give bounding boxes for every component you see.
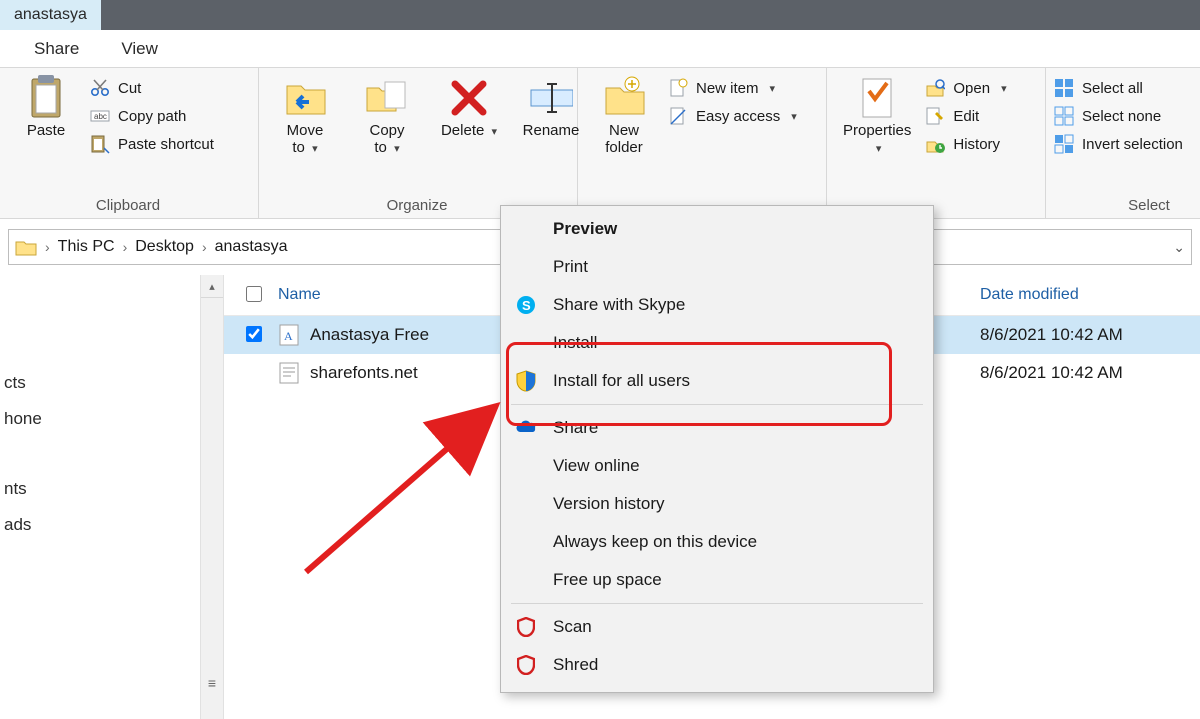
chevron-right-icon[interactable]: › <box>45 239 50 255</box>
nav-item[interactable]: nts <box>0 471 200 507</box>
copy-path-button[interactable]: abc Copy path <box>90 106 214 126</box>
history-button[interactable]: History <box>925 134 1006 154</box>
menu-install-all-users[interactable]: Install for all users <box>501 362 933 400</box>
delete-x-icon <box>447 76 491 120</box>
menu-divider <box>511 404 923 405</box>
rename-icon <box>529 76 573 120</box>
menu-share[interactable]: Share <box>501 409 933 447</box>
easy-access-icon <box>668 106 688 126</box>
select-all-checkbox[interactable] <box>246 286 262 302</box>
copy-path-icon: abc <box>90 106 110 126</box>
edit-icon <box>925 106 945 126</box>
mcafee-icon <box>515 654 537 676</box>
select-all-icon <box>1054 78 1074 98</box>
file-date: 8/6/2021 10:42 AM <box>980 363 1200 383</box>
nav-tree[interactable]: cts hone nts ads <box>0 275 201 719</box>
menu-view-online[interactable]: View online <box>501 447 933 485</box>
ribbon-tabs: Share View <box>0 30 1200 67</box>
text-file-icon <box>278 362 300 384</box>
window-title: anastasya <box>14 6 87 24</box>
title-bar: anastasya <box>0 0 1200 30</box>
menu-always-keep[interactable]: Always keep on this device <box>501 523 933 561</box>
chevron-right-icon[interactable]: › <box>202 239 207 255</box>
open-icon <box>925 78 945 98</box>
paste-shortcut-icon <box>90 134 110 154</box>
cut-button[interactable]: Cut <box>90 78 214 98</box>
menu-divider <box>511 603 923 604</box>
chevron-down-icon: ▾ <box>492 126 498 138</box>
breadcrumb-current[interactable]: anastasya <box>215 238 288 256</box>
skype-icon: S <box>515 294 537 316</box>
paste-button[interactable]: Paste <box>8 72 84 139</box>
chevron-right-icon[interactable]: › <box>123 239 128 255</box>
chevron-down-icon: ▾ <box>1001 82 1007 95</box>
menu-free-up-space[interactable]: Free up space <box>501 561 933 599</box>
nav-item[interactable]: hone <box>0 401 200 437</box>
menu-preview[interactable]: Preview <box>501 210 933 248</box>
tab-share[interactable]: Share <box>34 39 79 59</box>
edit-button[interactable]: Edit <box>925 106 1006 126</box>
new-item-icon <box>668 78 688 98</box>
chevron-down-icon: ▾ <box>876 143 882 155</box>
column-date[interactable]: Date modified <box>980 286 1200 304</box>
nav-scrollbar[interactable]: ▴ ≡ <box>201 275 224 719</box>
ribbon: Paste Cut abc Copy path <box>0 67 1200 219</box>
properties-icon <box>855 76 899 120</box>
svg-text:A: A <box>284 329 293 343</box>
menu-scan[interactable]: Scan <box>501 608 933 646</box>
move-to-button[interactable]: Move to ▾ <box>267 72 343 157</box>
select-all-button[interactable]: Select all <box>1054 78 1183 98</box>
context-menu: Preview Print S Share with Skype Install… <box>500 205 934 693</box>
breadcrumb-dropdown[interactable]: ⌄ <box>1173 239 1185 256</box>
shield-uac-icon <box>515 370 537 392</box>
chevron-down-icon: ▾ <box>312 143 318 155</box>
chevron-down-icon: ▾ <box>791 110 797 123</box>
new-item-button[interactable]: New item ▾ <box>668 78 797 98</box>
invert-selection-button[interactable]: Invert selection <box>1054 134 1183 154</box>
new-folder-icon <box>602 76 646 120</box>
folder-icon <box>15 238 37 256</box>
paste-icon <box>24 76 68 120</box>
svg-text:S: S <box>522 298 531 313</box>
chevron-down-icon: ▾ <box>770 82 776 95</box>
move-to-icon <box>283 76 327 120</box>
group-label-select: Select <box>1054 197 1200 216</box>
scroll-grip-icon[interactable]: ≡ <box>203 674 221 692</box>
paste-shortcut-button[interactable]: Paste shortcut <box>90 134 214 154</box>
properties-button[interactable]: Properties▾ <box>835 72 919 157</box>
copy-to-icon <box>365 76 409 120</box>
menu-version-history[interactable]: Version history <box>501 485 933 523</box>
history-icon <box>925 134 945 154</box>
svg-text:abc: abc <box>94 112 107 121</box>
font-file-icon: A <box>278 324 300 346</box>
mcafee-icon <box>515 616 537 638</box>
tab-view[interactable]: View <box>121 39 158 59</box>
open-button[interactable]: Open ▾ <box>925 78 1006 98</box>
menu-shred[interactable]: Shred <box>501 646 933 684</box>
window-title-tab: anastasya <box>0 0 101 30</box>
breadcrumb-this-pc[interactable]: This PC <box>58 238 115 256</box>
nav-item[interactable]: cts <box>0 365 200 401</box>
delete-button[interactable]: Delete ▾ <box>431 72 507 139</box>
invert-selection-icon <box>1054 134 1074 154</box>
nav-item[interactable]: ads <box>0 507 200 543</box>
chevron-down-icon: ▾ <box>394 143 400 155</box>
file-date: 8/6/2021 10:42 AM <box>980 325 1200 345</box>
onedrive-icon <box>515 417 537 439</box>
scroll-up-button[interactable]: ▴ <box>201 275 223 298</box>
row-checkbox[interactable] <box>246 326 262 342</box>
menu-share-skype[interactable]: S Share with Skype <box>501 286 933 324</box>
select-none-button[interactable]: Select none <box>1054 106 1183 126</box>
breadcrumb-desktop[interactable]: Desktop <box>135 238 194 256</box>
easy-access-button[interactable]: Easy access ▾ <box>668 106 797 126</box>
new-folder-button[interactable]: New folder <box>586 72 662 157</box>
group-label-clipboard: Clipboard <box>8 197 248 216</box>
select-none-icon <box>1054 106 1074 126</box>
copy-to-button[interactable]: Copy to ▾ <box>349 72 425 157</box>
scissors-icon <box>90 78 110 98</box>
menu-install[interactable]: Install <box>501 324 933 362</box>
menu-print[interactable]: Print <box>501 248 933 286</box>
